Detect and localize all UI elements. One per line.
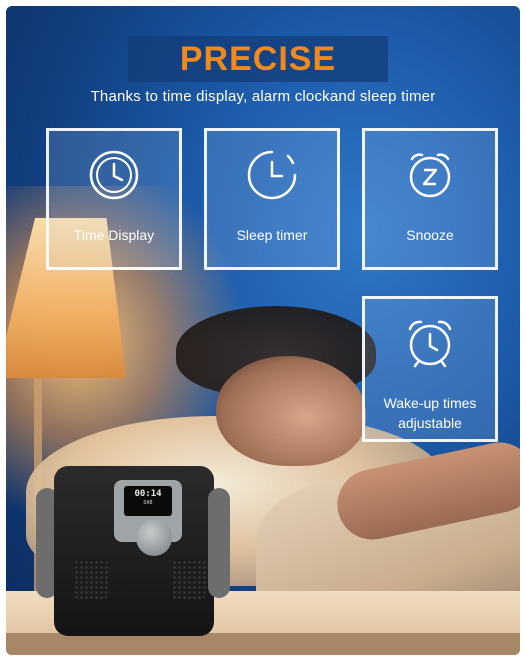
feature-label: Sleep timer bbox=[236, 227, 308, 243]
feature-label: Time Display bbox=[73, 227, 155, 243]
feature-label-line1: Wake-up times bbox=[383, 395, 477, 411]
headline-subtitle: Thanks to time display, alarm clockand s… bbox=[90, 88, 436, 105]
title-band: PRECISE bbox=[128, 36, 388, 82]
feature-label-line2: adjustable bbox=[398, 415, 462, 431]
product-image: 00:14 DAB PRECISE Thanks to time display… bbox=[6, 6, 520, 655]
feature-sleep-timer: Sleep timer bbox=[204, 128, 340, 270]
radio-handle-right bbox=[208, 488, 230, 598]
headline-title: PRECISE bbox=[179, 39, 337, 78]
dab-radio: 00:14 DAB bbox=[36, 448, 230, 638]
radio-screen-line: DAB bbox=[143, 500, 153, 506]
feature-time-display: Time Display bbox=[46, 128, 182, 270]
alarm-clock-icon bbox=[365, 315, 495, 371]
sleeping-person-face bbox=[216, 356, 366, 466]
feature-snooze: Snooze bbox=[362, 128, 498, 270]
snooze-icon bbox=[365, 147, 495, 203]
radio-speaker-left bbox=[74, 560, 108, 600]
radio-volume-knob bbox=[136, 520, 172, 556]
radio-screen-time: 00:14 bbox=[134, 489, 162, 499]
feature-wake-up-times: Wake-up times adjustable bbox=[362, 296, 498, 442]
sleep-timer-icon bbox=[207, 147, 337, 203]
radio-speaker-right bbox=[172, 560, 206, 600]
radio-screen: 00:14 DAB bbox=[124, 486, 172, 516]
clock-icon bbox=[49, 147, 179, 203]
feature-label: Snooze bbox=[406, 227, 454, 243]
feature-label: Wake-up times adjustable bbox=[369, 393, 491, 433]
